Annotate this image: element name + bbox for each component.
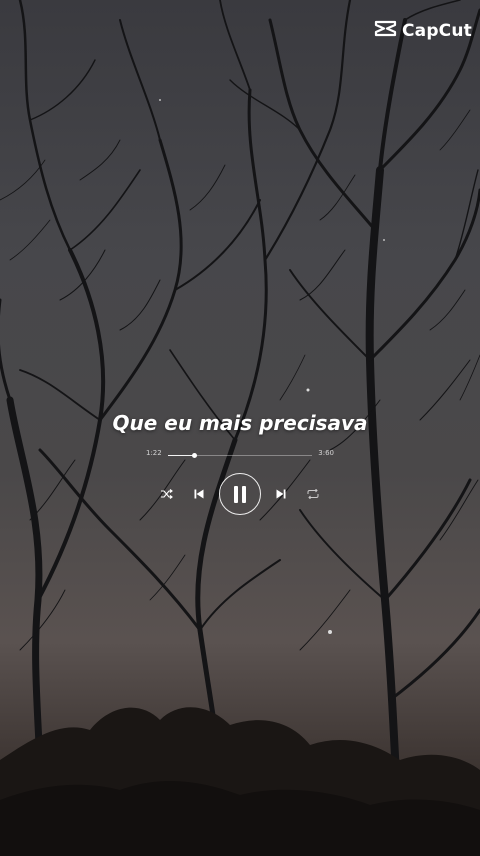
- progress-bar[interactable]: [168, 453, 312, 458]
- progress-thumb[interactable]: [191, 453, 197, 458]
- shuffle-icon: [161, 489, 173, 499]
- capcut-logo-icon: [374, 20, 397, 41]
- total-time: 3:60: [318, 449, 334, 457]
- next-icon: [276, 489, 286, 499]
- repeat-button[interactable]: [305, 487, 321, 501]
- playback-controls: [0, 472, 480, 516]
- capcut-brand-text: CapCut: [401, 20, 472, 41]
- lyric-line: Que eu mais precisava: [112, 411, 368, 435]
- shuffle-button[interactable]: [159, 487, 175, 501]
- next-button[interactable]: [273, 487, 289, 501]
- previous-button[interactable]: [191, 487, 207, 501]
- capcut-watermark: CapCut: [374, 20, 472, 41]
- previous-icon: [194, 489, 204, 499]
- video-frame: CapCut Que eu mais precisava 1:22 3:60: [0, 0, 480, 856]
- elapsed-time: 1:22: [146, 449, 162, 457]
- repeat-icon: [307, 489, 319, 499]
- pause-icon: [233, 485, 247, 503]
- pause-button[interactable]: [219, 473, 261, 515]
- progress-fill: [168, 455, 194, 456]
- progress-row: 1:22 3:60: [144, 449, 336, 463]
